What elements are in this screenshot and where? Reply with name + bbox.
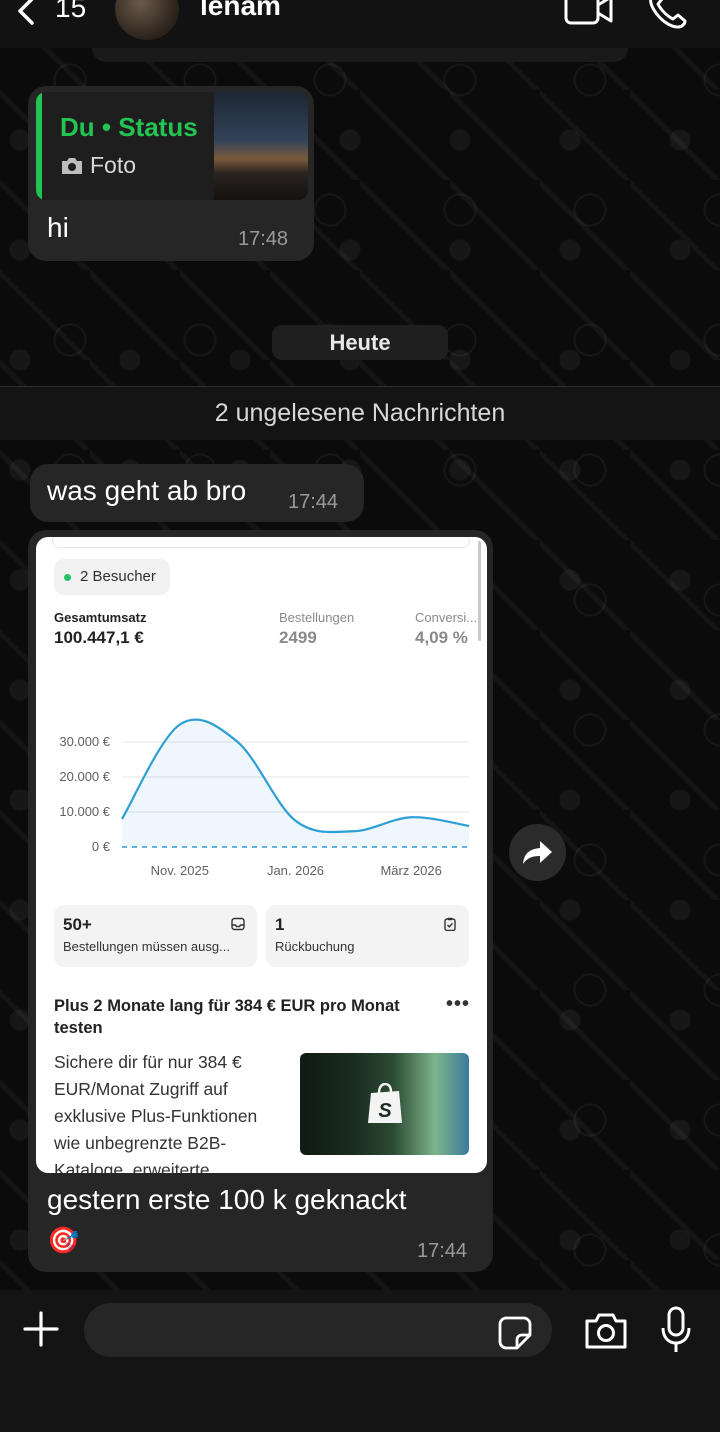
metric-value-revenue: 100.447,1 € bbox=[54, 628, 144, 647]
message-text: was geht ab bro bbox=[47, 475, 247, 506]
metric-value-orders: 2499 bbox=[279, 628, 317, 647]
y-tick-label: 0 € bbox=[92, 839, 111, 854]
pinned-banner-edge bbox=[92, 48, 628, 62]
y-tick-label: 10.000 € bbox=[59, 804, 110, 819]
series-area bbox=[122, 719, 469, 847]
quote-subtitle: Foto bbox=[60, 152, 136, 179]
promo-text: Sichere dir für nur 384 € EUR/Monat Zugr… bbox=[54, 1052, 258, 1173]
svg-text:S: S bbox=[378, 1100, 392, 1122]
metric-label-revenue: Gesamtumsatz bbox=[54, 610, 147, 625]
shared-screenshot-image[interactable]: 2 Besucher Gesamtumsatz 100.447,1 € Best… bbox=[36, 537, 487, 1173]
message-time: 17:44 bbox=[417, 1240, 468, 1262]
y-tick-label: 30.000 € bbox=[59, 734, 110, 749]
unread-chats-count[interactable]: 15 bbox=[55, 0, 86, 24]
target-emoji: 🎯 bbox=[47, 1226, 80, 1256]
card-number: 50+ bbox=[63, 915, 92, 934]
status-thumbnail bbox=[214, 92, 308, 200]
camera-icon bbox=[62, 157, 82, 174]
orders-card[interactable]: 50+ Bestellungen müssen ausg... bbox=[54, 905, 257, 967]
x-tick-label: Nov. 2025 bbox=[151, 863, 209, 878]
mic-icon[interactable] bbox=[660, 1306, 692, 1354]
x-tick-label: Jan. 2026 bbox=[267, 863, 324, 878]
quote-accent-bar bbox=[36, 92, 42, 200]
avatar[interactable] bbox=[115, 0, 179, 40]
revenue-chart: 0 € 10.000 € 20.000 € 30.000 € Nov. 2025 Jan.… bbox=[59, 718, 470, 878]
card-label: Rückbuchung bbox=[275, 939, 355, 954]
metric-label-orders: Bestellungen bbox=[279, 610, 355, 625]
shopify-bag-icon: S bbox=[368, 1083, 402, 1123]
message-composer bbox=[0, 1290, 720, 1432]
message-time: 17:44 bbox=[288, 491, 339, 513]
message-input[interactable] bbox=[84, 1303, 552, 1357]
chat-header: 15 lenam bbox=[0, 0, 720, 48]
camera-icon[interactable] bbox=[584, 1312, 628, 1350]
contact-name[interactable]: lenam bbox=[200, 0, 281, 22]
phone-icon[interactable] bbox=[646, 0, 688, 30]
message-text: hi bbox=[47, 212, 69, 243]
x-tick-label: März 2026 bbox=[380, 863, 441, 878]
inbox-icon bbox=[231, 917, 245, 931]
sticker-icon[interactable] bbox=[498, 1316, 532, 1350]
card-label: Bestellungen müssen ausg... bbox=[63, 939, 230, 954]
quoted-status[interactable]: Du • Status Foto bbox=[36, 92, 308, 200]
card-number: 1 bbox=[275, 915, 285, 934]
metric-value-conversion: 4,09 % bbox=[415, 628, 468, 647]
cropped-card bbox=[52, 537, 470, 548]
quote-title: Du • Status bbox=[60, 112, 198, 142]
forward-icon bbox=[523, 841, 552, 864]
scrollbar bbox=[478, 541, 481, 641]
clipboard-icon bbox=[444, 917, 456, 931]
more-options-icon[interactable]: ••• bbox=[446, 993, 470, 1016]
back-chevron-icon[interactable] bbox=[12, 0, 42, 26]
message-time: 17:48 bbox=[238, 228, 289, 250]
promo-title: Plus 2 Monate lang für 384 € EUR pro Mon… bbox=[54, 997, 400, 1037]
video-call-icon[interactable] bbox=[563, 0, 615, 26]
date-separator: Heute bbox=[272, 325, 448, 360]
plus-icon[interactable] bbox=[22, 1310, 60, 1348]
image-caption: gestern erste 100 k geknackt bbox=[47, 1184, 407, 1215]
y-tick-label: 20.000 € bbox=[59, 769, 110, 784]
unread-messages-banner: 2 ungelesene Nachrichten bbox=[0, 386, 720, 440]
quote-subtitle-text: Foto bbox=[90, 152, 137, 178]
metric-label-conversion: Conversi... bbox=[415, 610, 478, 625]
chargeback-card[interactable]: 1 Rückbuchung bbox=[266, 905, 469, 967]
forward-button[interactable] bbox=[509, 824, 566, 881]
promo-image: S bbox=[300, 1053, 469, 1155]
visitors-badge: 2 Besucher bbox=[54, 559, 170, 595]
